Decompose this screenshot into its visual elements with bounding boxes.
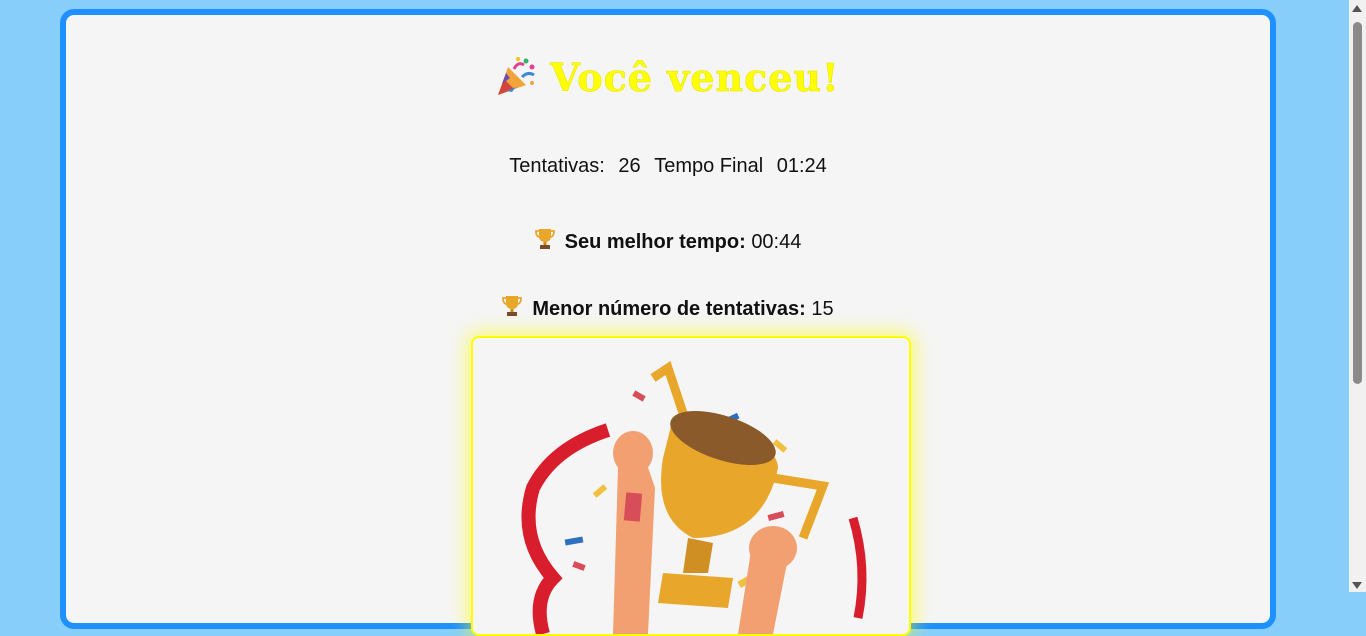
best-time-record: Seu melhor tempo: 00:44 — [66, 228, 1270, 256]
min-attempts-record: Menor número de tentativas: 15 — [66, 295, 1270, 323]
trophy-illustration — [471, 336, 911, 636]
victory-title: Você venceu! — [66, 55, 1270, 106]
scroll-up-icon[interactable] — [1352, 5, 1362, 12]
game-stats: Tentativas: 26 Tempo Final 01:24 — [66, 155, 1270, 178]
trophy-icon — [534, 228, 555, 256]
final-time-value: 01:24 — [776, 155, 827, 177]
scrollbar-thumb[interactable] — [1353, 22, 1362, 384]
min-attempts-label: Menor número de tentativas: — [532, 298, 806, 320]
trophy-icon — [502, 295, 523, 323]
best-time-label: Seu melhor tempo: — [564, 231, 746, 253]
victory-card: Você venceu! Tentativas: 26 Tempo Final … — [60, 9, 1276, 636]
title-text: Você venceu! — [550, 55, 840, 101]
attempts-value: 26 — [618, 155, 641, 177]
final-time-label: Tempo Final — [654, 155, 764, 177]
best-time-value: 00:44 — [751, 231, 802, 253]
trophy-celebration-image — [521, 360, 867, 634]
scroll-down-icon[interactable] — [1352, 582, 1362, 589]
attempts-label: Tentativas: — [509, 155, 605, 177]
min-attempts-value: 15 — [811, 298, 834, 320]
page-scrollbar[interactable] — [1349, 0, 1366, 592]
party-popper-icon — [496, 57, 536, 106]
